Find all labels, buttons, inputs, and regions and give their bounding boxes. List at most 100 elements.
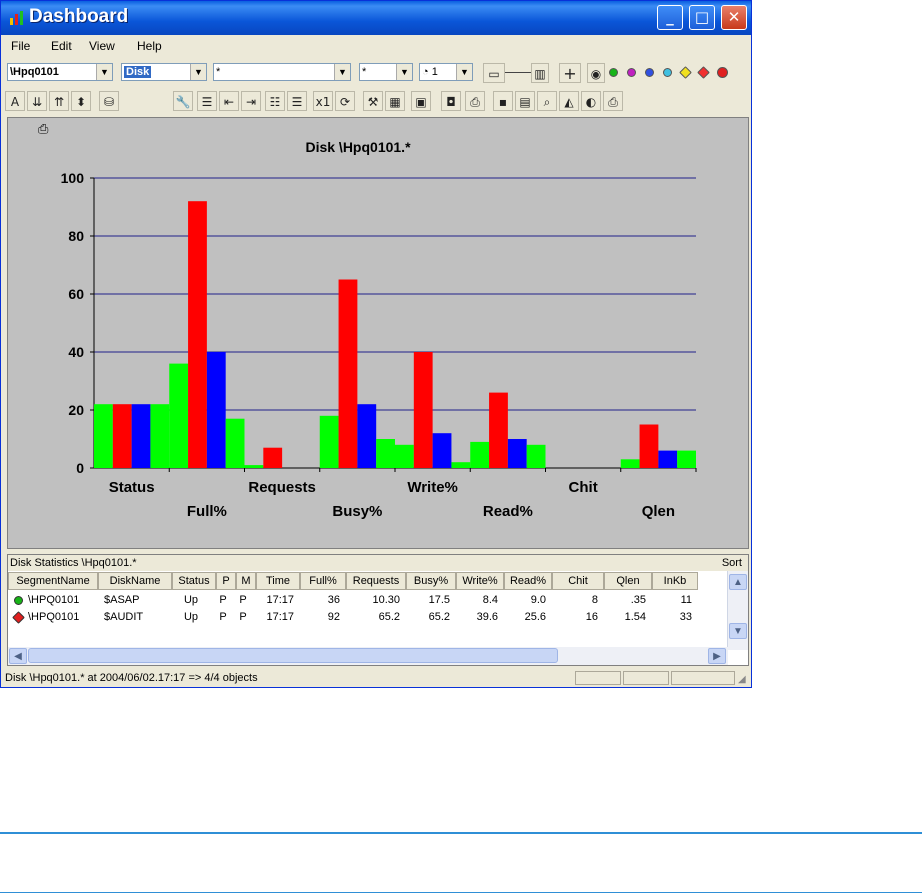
pie-icon[interactable]: ◐ xyxy=(581,91,601,111)
title-bar[interactable]: Dashboard _ □ ✕ xyxy=(1,1,751,35)
table-row[interactable]: \HPQ0101 $AUDIT Up P P 17:17 92 65.2 65.2 39.6 25.… xyxy=(8,609,726,626)
table-cell: 1.54 xyxy=(624,611,646,623)
horizontal-scroll-thumb[interactable] xyxy=(28,648,558,663)
red-diamond-status-icon xyxy=(12,611,25,624)
sort-desc-icon[interactable]: ⇈ xyxy=(49,91,69,111)
x1-icon[interactable]: x1 xyxy=(313,91,333,111)
refresh-icon[interactable]: ⟳ xyxy=(335,91,355,111)
column-header[interactable]: Status xyxy=(172,572,216,590)
table-cell: P xyxy=(239,594,247,606)
chevron-down-icon[interactable]: ▼ xyxy=(96,64,112,80)
table-row[interactable]: \HPQ0101 $ASAP Up P P 17:17 36 10.30 17.5 8.4 9.0 8… xyxy=(8,592,726,609)
filter-combo[interactable]: * ▼ xyxy=(359,63,413,81)
menu-help[interactable]: Help xyxy=(137,39,162,53)
scroll-up-icon[interactable]: ▲ xyxy=(729,574,747,590)
column-header[interactable]: Qlen xyxy=(604,572,652,590)
up-down-icon[interactable]: ⬍ xyxy=(71,91,91,111)
grid-caption-bar: Disk Statistics \Hpq0101.* Sort xyxy=(8,555,748,571)
list-icon[interactable]: ☰ xyxy=(197,91,217,111)
maximize-button[interactable]: □ xyxy=(689,5,715,30)
chart-icon[interactable]: ◭ xyxy=(559,91,579,111)
print-icon[interactable]: ⎙ xyxy=(603,91,623,111)
object-combo[interactable]: * ▼ xyxy=(213,63,351,81)
column-header[interactable]: Write% xyxy=(456,572,504,590)
x-category-label: Qlen xyxy=(642,503,675,520)
vertical-scrollbar[interactable]: ▲ ▼ xyxy=(727,571,748,650)
save-icon[interactable]: ▪ xyxy=(493,91,513,111)
bar xyxy=(507,439,527,468)
column-header[interactable]: Read% xyxy=(504,572,552,590)
chevron-down-icon[interactable]: ▼ xyxy=(456,64,472,80)
minimize-button[interactable]: _ xyxy=(657,5,683,30)
chevron-down-icon[interactable]: ▼ xyxy=(190,64,206,80)
column-header[interactable]: Full% xyxy=(300,572,346,590)
font-icon[interactable]: A xyxy=(5,91,25,111)
scroll-left-icon[interactable]: ◀ xyxy=(9,648,27,664)
gray-status-filter-icon[interactable]: ◉ xyxy=(587,63,605,83)
entity-combo[interactable]: Disk ▼ xyxy=(121,63,207,81)
interval-combo[interactable]: ◔ 1 ▼ xyxy=(419,63,473,81)
menu-edit[interactable]: Edit xyxy=(51,39,72,53)
bar xyxy=(131,404,151,468)
hammer-icon[interactable]: ⚒ xyxy=(363,91,383,111)
table-cell: P xyxy=(219,611,227,623)
column-header[interactable]: Chit xyxy=(552,572,604,590)
wrench-icon[interactable]: 🔧 xyxy=(173,91,193,111)
monitor-icon[interactable]: ▭ xyxy=(483,63,505,83)
column-header[interactable]: SegmentName xyxy=(8,572,98,590)
slider-handle-icon[interactable]: ▥ xyxy=(531,63,549,83)
sort-button[interactable]: Sort xyxy=(722,555,742,571)
horizontal-scrollbar[interactable]: ◀ ▶ xyxy=(8,647,728,665)
disk-icon[interactable]: ⛁ xyxy=(99,91,119,111)
green-status-filter-icon[interactable] xyxy=(609,68,618,77)
x-category-label: Requests xyxy=(248,479,316,496)
sort-asc-icon[interactable]: ⇊ xyxy=(27,91,47,111)
close-button[interactable]: ✕ xyxy=(721,5,747,30)
scroll-right-icon[interactable]: ▶ xyxy=(708,648,726,664)
bar xyxy=(188,201,207,468)
list3-icon[interactable]: ☰ xyxy=(287,91,307,111)
y-tick-label: 0 xyxy=(76,460,84,476)
table-cell: 33 xyxy=(679,611,692,623)
chevron-down-icon[interactable]: ▼ xyxy=(334,64,350,80)
column-header[interactable]: Time xyxy=(256,572,300,590)
column-header[interactable]: Requests xyxy=(346,572,406,590)
purple-status-filter-icon[interactable] xyxy=(627,68,636,77)
column-header[interactable]: InKb xyxy=(652,572,698,590)
bar xyxy=(451,462,471,468)
system-combo[interactable]: \Hpq0101 ▼ xyxy=(7,63,113,81)
slider-track[interactable] xyxy=(505,72,531,73)
table-icon[interactable]: ▤ xyxy=(515,91,535,111)
menu-view[interactable]: View xyxy=(89,39,115,53)
cyan-status-filter-icon[interactable] xyxy=(663,68,672,77)
resize-grip-icon[interactable]: ◢ xyxy=(738,671,746,689)
scroll-down-icon[interactable]: ▼ xyxy=(729,623,747,639)
list2-icon[interactable]: ☷ xyxy=(265,91,285,111)
indent-icon[interactable]: ⇤ xyxy=(219,91,239,111)
bar xyxy=(432,433,452,468)
red-x-filter-icon[interactable] xyxy=(717,67,728,78)
column-header[interactable]: Busy% xyxy=(406,572,456,590)
yellow-diamond-filter-icon[interactable] xyxy=(679,66,692,79)
grid-icon[interactable]: ▦ xyxy=(385,91,405,111)
binoculars-icon[interactable]: ⌕ xyxy=(537,91,557,111)
outdent-icon[interactable]: ⇥ xyxy=(241,91,261,111)
bar-chart: Disk \Hpq0101.* 0 20 40 60 80 100 Status Full% Re… xyxy=(61,139,697,520)
bar xyxy=(225,418,245,468)
y-tick-label: 20 xyxy=(68,402,84,418)
column-header[interactable]: DiskName xyxy=(98,572,172,590)
properties-icon[interactable]: ▣ xyxy=(411,91,431,111)
blue-status-filter-icon[interactable] xyxy=(645,68,654,77)
chart-title: Disk \Hpq0101.* xyxy=(305,139,411,155)
chart-panel: ⎙ Disk \Hpq0101.* 0 20 40 60 80 100 Status Full%… xyxy=(7,117,749,549)
camera-icon[interactable]: ◘ xyxy=(441,91,461,111)
table-cell: \HPQ0101 xyxy=(28,611,80,623)
print-preview-icon[interactable]: ⎙ xyxy=(465,91,485,111)
x-category-label: Chit xyxy=(569,479,598,496)
column-header[interactable]: P xyxy=(216,572,236,590)
column-header[interactable]: M xyxy=(236,572,256,590)
chevron-down-icon[interactable]: ▼ xyxy=(396,64,412,80)
crosshair-icon[interactable]: + xyxy=(559,63,581,83)
red-diamond-filter-icon[interactable] xyxy=(697,66,710,79)
menu-file[interactable]: File xyxy=(11,39,30,53)
